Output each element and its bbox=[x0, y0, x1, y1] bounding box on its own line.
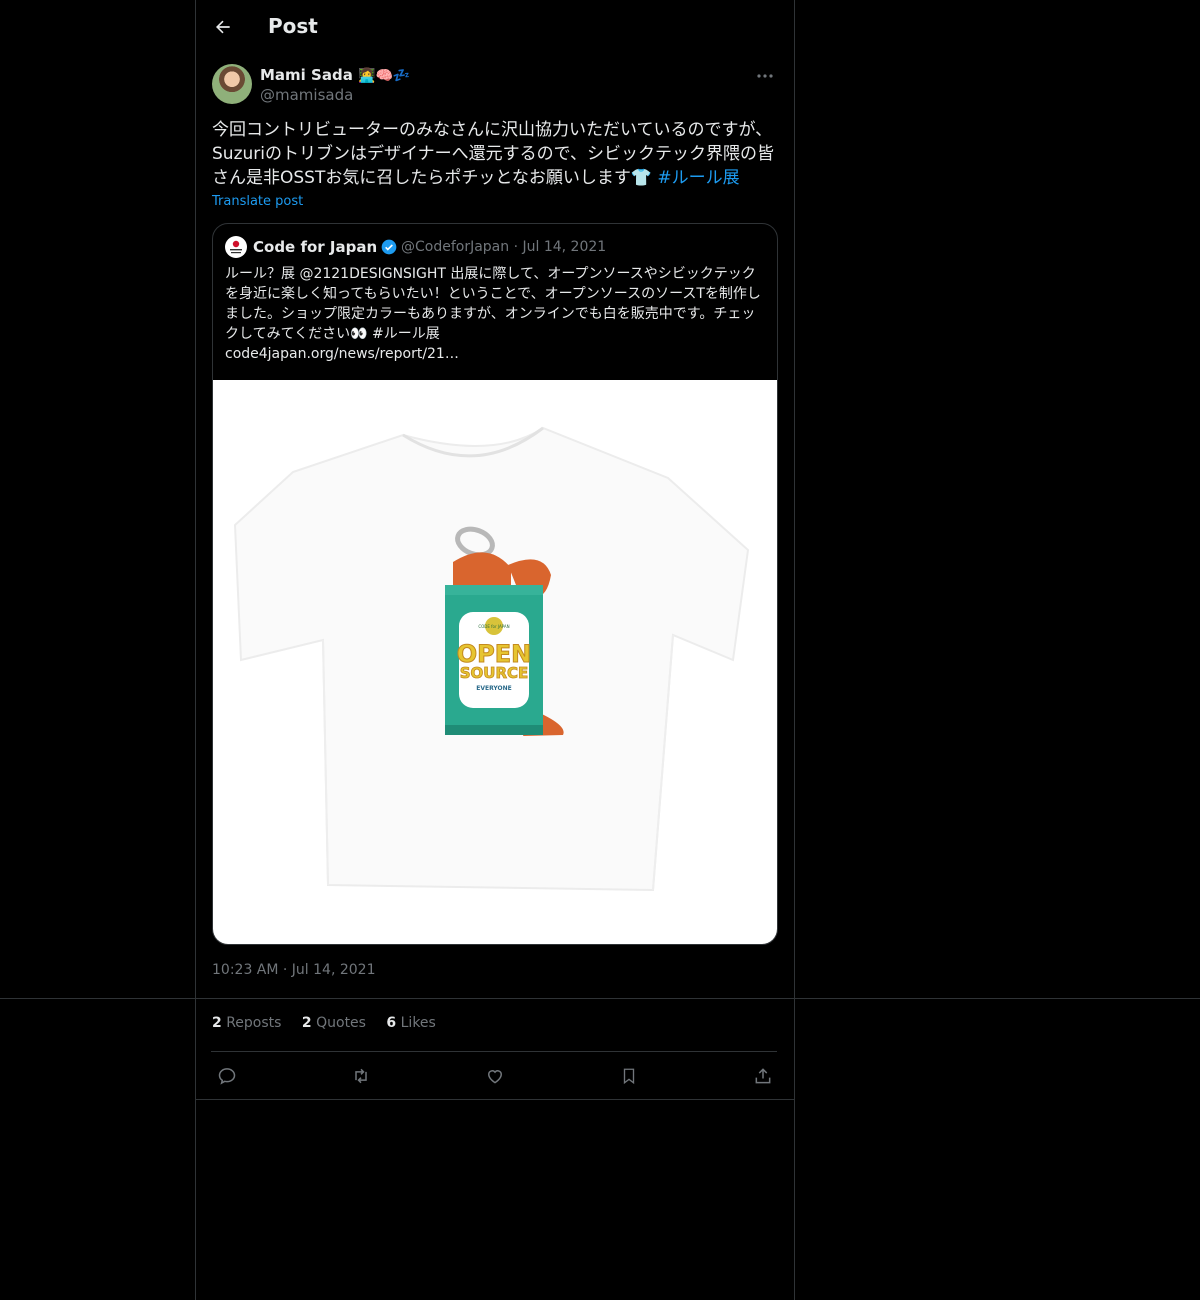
bookmark-icon bbox=[623, 1068, 635, 1085]
repost-icon bbox=[355, 1068, 367, 1084]
repost-button[interactable] bbox=[346, 1062, 376, 1090]
tshirt-image[interactable]: CODE for JAPAN OPEN SOURCE EVERYONE bbox=[213, 380, 777, 944]
quoted-text: ルール？展 @2121DESIGNSIGHT 出展に際して、オープンソースやシビ… bbox=[225, 266, 761, 362]
bookmark-button[interactable] bbox=[614, 1062, 644, 1090]
likes-count: 6 bbox=[386, 1015, 397, 1031]
reply-icon bbox=[218, 1068, 236, 1085]
divider bbox=[0, 998, 1200, 999]
reply-button[interactable] bbox=[212, 1062, 242, 1090]
quoted-meta: @CodeforJapan · Jul 14, 2021 bbox=[401, 239, 607, 255]
likes-stat[interactable]: 6 Likes bbox=[386, 1015, 435, 1031]
author-handle[interactable]: @mamisada bbox=[260, 86, 353, 104]
tshirt-illustration: CODE for JAPAN OPEN SOURCE EVERYONE bbox=[233, 426, 750, 892]
tshirt-brand-text: CODE for JAPAN bbox=[478, 624, 509, 629]
post-timestamp[interactable]: 10:23 AM · Jul 14, 2021 bbox=[212, 962, 376, 978]
divider bbox=[196, 1099, 794, 1100]
author-name: Mami Sada bbox=[260, 66, 353, 84]
heart-icon bbox=[487, 1070, 503, 1084]
likes-label: Likes bbox=[400, 1015, 436, 1031]
author-name-row[interactable]: Mami Sada 👩‍💻🧠💤 bbox=[260, 66, 410, 84]
code-for-japan-logo-icon bbox=[226, 237, 246, 257]
action-bar bbox=[212, 1062, 778, 1090]
reposts-count: 2 bbox=[212, 1015, 222, 1031]
verified-icon bbox=[381, 239, 397, 255]
translate-post-link[interactable]: Translate post bbox=[212, 194, 303, 209]
quoted-avatar bbox=[225, 236, 247, 258]
hashtag-link[interactable]: #ルール展 bbox=[657, 168, 739, 188]
verified-badge bbox=[381, 239, 397, 259]
share-icon bbox=[755, 1068, 771, 1084]
quotes-count: 2 bbox=[301, 1015, 312, 1031]
share-button[interactable] bbox=[748, 1062, 778, 1090]
post-author: Mami Sada 👩‍💻🧠💤 @mamisada bbox=[212, 64, 778, 108]
quotes-label: Quotes bbox=[316, 1015, 366, 1031]
arrow-left-icon bbox=[216, 20, 230, 34]
author-emoji: 👩‍💻🧠💤 bbox=[358, 68, 411, 84]
top-bar: Post bbox=[196, 0, 794, 53]
reposts-label: Reposts bbox=[226, 1015, 282, 1031]
engagement-stats: 2 Reposts 2 Quotes 6 Likes bbox=[212, 1015, 452, 1031]
quoted-post[interactable]: Code for Japan @CodeforJapan · Jul 14, 2… bbox=[212, 223, 778, 945]
primary-column: Post Mami Sada 👩‍💻🧠💤 @mamisada 今回コントリビュー… bbox=[195, 0, 795, 1300]
reposts-stat[interactable]: 2 Reposts bbox=[212, 1015, 281, 1031]
more-icon bbox=[757, 74, 773, 78]
post-text: 今回コントリビューターのみなさんに沢山協力いただいているのですが、Suzuriの… bbox=[212, 118, 778, 190]
quoted-post-header: Code for Japan @CodeforJapan · Jul 14, 2… bbox=[225, 236, 765, 260]
back-button[interactable] bbox=[208, 12, 238, 42]
divider bbox=[211, 1051, 777, 1052]
avatar[interactable] bbox=[212, 64, 252, 104]
like-button[interactable] bbox=[480, 1062, 510, 1090]
tshirt-line3-text: EVERYONE bbox=[476, 685, 511, 692]
page-title: Post bbox=[268, 14, 318, 38]
tshirt-line2-text: SOURCE bbox=[460, 664, 529, 682]
more-options-button[interactable] bbox=[752, 64, 778, 88]
quotes-stat[interactable]: 2 Quotes bbox=[302, 1015, 366, 1031]
quoted-author-name: Code for Japan bbox=[253, 238, 378, 256]
